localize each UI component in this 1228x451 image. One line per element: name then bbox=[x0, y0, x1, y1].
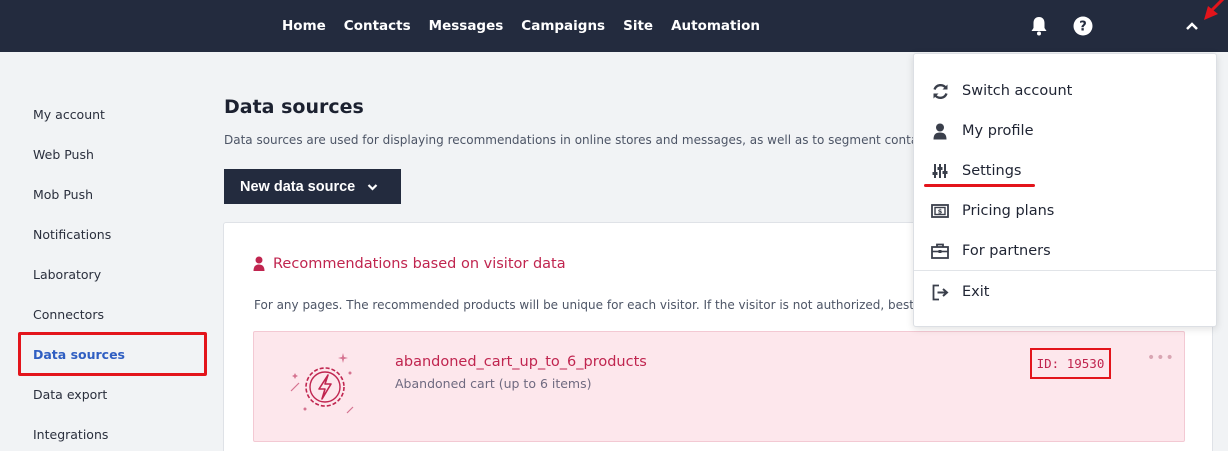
annotation-highlight-box bbox=[18, 332, 207, 376]
menu-item-my-profile[interactable]: My profile bbox=[914, 111, 1218, 151]
sliders-icon bbox=[931, 162, 949, 180]
card-title: Recommendations based on visitor data bbox=[273, 256, 566, 272]
exit-icon bbox=[931, 283, 949, 301]
menu-item-exit[interactable]: Exit bbox=[914, 272, 1218, 312]
sidebar-item-notifications[interactable]: Notifications bbox=[33, 227, 111, 242]
data-source-name[interactable]: abandoned_cart_up_to_6_products bbox=[395, 354, 647, 370]
nav-automation[interactable]: Automation bbox=[671, 18, 760, 34]
nav-site[interactable]: Site bbox=[623, 18, 653, 34]
nav-home[interactable]: Home bbox=[282, 18, 326, 34]
account-dropdown-menu: Switch account My profile Settings $ Pri… bbox=[913, 53, 1218, 327]
menu-item-switch-account[interactable]: Switch account bbox=[914, 71, 1218, 111]
annotation-arrow-icon bbox=[1204, 0, 1225, 20]
svg-text:?: ? bbox=[1079, 20, 1087, 35]
sidebar-item-web-push[interactable]: Web Push bbox=[33, 147, 94, 162]
briefcase-icon bbox=[931, 242, 949, 260]
card-description: For any pages. The recommended products … bbox=[254, 298, 914, 312]
menu-item-label: Pricing plans bbox=[962, 203, 1055, 219]
menu-item-label: For partners bbox=[962, 243, 1051, 259]
svg-text:$: $ bbox=[938, 208, 943, 216]
menu-item-for-partners[interactable]: For partners bbox=[914, 231, 1218, 271]
more-options-icon[interactable]: ••• bbox=[1147, 350, 1175, 366]
data-source-subtitle: Abandoned cart (up to 6 items) bbox=[395, 376, 592, 391]
menu-item-label: My profile bbox=[962, 123, 1034, 139]
menu-item-label: Switch account bbox=[962, 83, 1073, 99]
menu-item-label: Exit bbox=[962, 284, 990, 300]
nav-campaigns[interactable]: Campaigns bbox=[521, 18, 605, 34]
menu-item-pricing-plans[interactable]: $ Pricing plans bbox=[914, 191, 1218, 231]
person-icon bbox=[253, 256, 265, 271]
sidebar-item-my-account[interactable]: My account bbox=[33, 107, 105, 122]
page-title: Data sources bbox=[224, 96, 364, 118]
sidebar-item-integrations[interactable]: Integrations bbox=[33, 427, 108, 442]
chevron-down-icon bbox=[367, 183, 378, 191]
person-icon bbox=[931, 122, 949, 140]
sidebar-item-mob-push[interactable]: Mob Push bbox=[33, 187, 93, 202]
nav-messages[interactable]: Messages bbox=[429, 18, 504, 34]
help-icon[interactable]: ? bbox=[1071, 14, 1095, 38]
lightning-badge-icon bbox=[290, 353, 354, 414]
sidebar-item-connectors[interactable]: Connectors bbox=[33, 307, 104, 322]
nav-contacts[interactable]: Contacts bbox=[344, 18, 411, 34]
sidebar-item-laboratory[interactable]: Laboratory bbox=[33, 267, 101, 282]
menu-item-label: Settings bbox=[962, 163, 1022, 179]
new-data-source-button[interactable]: New data source bbox=[224, 169, 401, 204]
annotation-underline bbox=[924, 184, 1035, 187]
main-nav: Home Contacts Messages Campaigns Site Au… bbox=[282, 0, 778, 52]
top-navigation-bar: Home Contacts Messages Campaigns Site Au… bbox=[0, 0, 1228, 52]
new-data-source-label: New data source bbox=[240, 178, 356, 195]
menu-divider bbox=[914, 270, 1218, 271]
page-description: Data sources are used for displaying rec… bbox=[224, 133, 914, 147]
bell-icon[interactable] bbox=[1027, 14, 1051, 38]
switch-account-icon bbox=[931, 82, 949, 100]
sidebar-item-data-export[interactable]: Data export bbox=[33, 387, 107, 402]
pricing-icon: $ bbox=[931, 202, 949, 220]
data-source-id: ID: 19530 bbox=[1030, 348, 1111, 379]
